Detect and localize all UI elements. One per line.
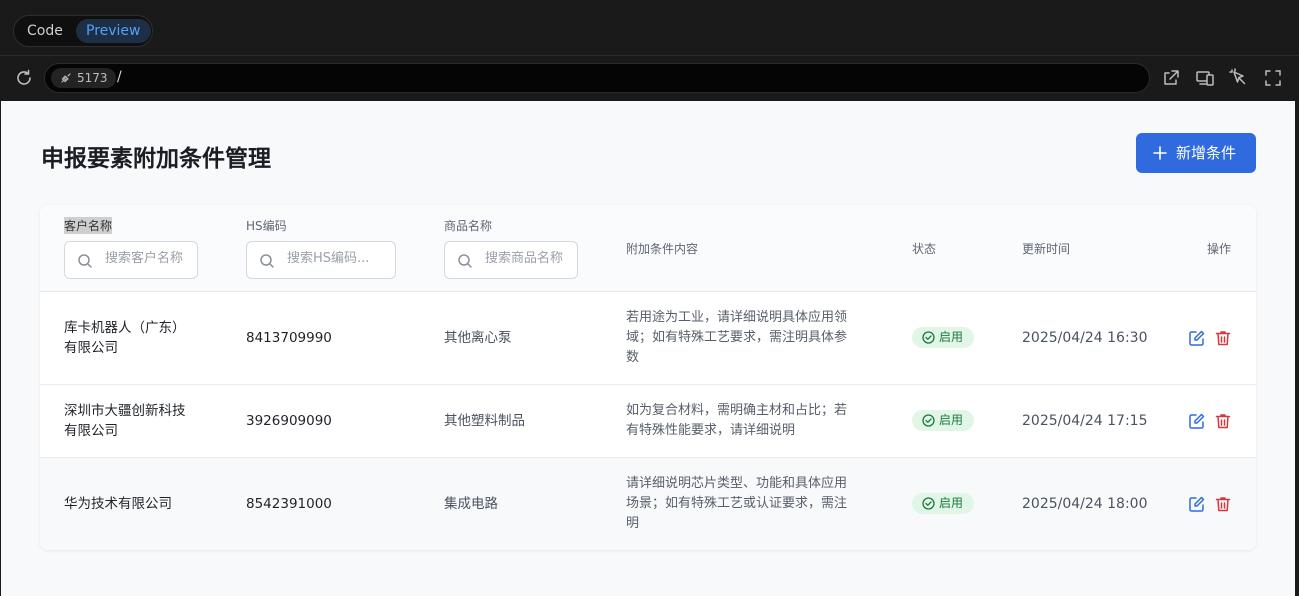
preview-tab[interactable]: Preview: [76, 19, 151, 43]
page-title: 申报要素附加条件管理: [41, 146, 271, 172]
updated-time: 2025/04/24 17:15: [1022, 413, 1148, 429]
url-path: /: [117, 69, 122, 85]
updated-time: 2025/04/24 18:00: [1022, 496, 1148, 512]
status-badge: 启用: [912, 327, 974, 348]
trash-icon[interactable]: [1214, 495, 1232, 513]
hs-filter[interactable]: [246, 241, 396, 279]
editor-topbar: Code Preview: [0, 0, 1299, 56]
search-icon: [260, 254, 274, 268]
updated-time: 2025/04/24 16:30: [1022, 330, 1148, 346]
status-badge: 启用: [912, 493, 974, 514]
table-header: 客户名称 HS编码 商品名称 附加条件内容 状态 更新时间 操作: [40, 205, 1256, 292]
search-icon: [458, 254, 472, 268]
port-number: 5173: [77, 71, 108, 85]
refresh-icon[interactable]: [14, 68, 34, 88]
table-row: 华为技术有限公司 8542391000 集成电路 请详细说明芯片类型、功能和具体…: [40, 458, 1256, 550]
col-condition: 附加条件内容: [626, 242, 699, 256]
trash-icon[interactable]: [1214, 329, 1232, 347]
conditions-table: 客户名称 HS编码 商品名称 附加条件内容 状态 更新时间 操作 库: [40, 205, 1256, 550]
col-hs-code: HS编码: [246, 219, 287, 233]
product-name: 其他塑料制品: [444, 413, 525, 429]
col-customer: 客户名称: [64, 217, 113, 234]
col-actions: 操作: [1207, 242, 1232, 256]
customer-search-input[interactable]: [105, 251, 195, 266]
product-search-input[interactable]: [485, 251, 575, 266]
product-filter[interactable]: [444, 241, 578, 279]
col-status: 状态: [912, 242, 937, 256]
hs-code: 3926909090: [246, 413, 332, 429]
plus-icon: [1153, 146, 1167, 160]
code-tab[interactable]: Code: [17, 19, 73, 43]
preview-urlbar-row: 5173 /: [0, 56, 1299, 101]
table-row: 深圳市大疆创新科技 有限公司 3926909090 其他塑料制品 如为复合材料，…: [40, 385, 1256, 458]
table-row: 库卡机器人（广东） 有限公司 8413709990 其他离心泵 若用途为工业，请…: [40, 292, 1256, 385]
hs-code: 8413709990: [246, 330, 332, 346]
external-link-icon[interactable]: [1161, 68, 1181, 88]
condition-text: 若用途为工业，请详细说明具体应用领 域；如有特殊工艺要求，需注明具体参 数: [626, 310, 848, 365]
edit-icon[interactable]: [1188, 329, 1206, 347]
edit-icon[interactable]: [1188, 495, 1206, 513]
search-icon: [78, 254, 92, 268]
plug-icon: [61, 73, 71, 83]
customer-name: 华为技术有限公司: [64, 496, 172, 512]
trash-icon[interactable]: [1214, 412, 1232, 430]
fullscreen-icon[interactable]: [1263, 68, 1283, 88]
port-badge[interactable]: 5173: [51, 68, 116, 88]
status-badge: 启用: [912, 410, 974, 431]
customer-name: 库卡机器人（广东） 有限公司: [64, 320, 186, 356]
product-name: 集成电路: [444, 496, 498, 512]
col-product: 商品名称: [444, 219, 493, 233]
condition-text: 请详细说明芯片类型、功能和具体应用 场景；如有特殊工艺或认证要求，需注 明: [626, 476, 848, 531]
customer-filter[interactable]: [64, 241, 198, 279]
view-toggle: Code Preview: [13, 15, 153, 47]
check-circle-icon: [922, 497, 935, 510]
hs-code: 8542391000: [246, 496, 332, 512]
col-updated: 更新时间: [1022, 242, 1071, 256]
check-circle-icon: [922, 331, 935, 344]
customer-name: 深圳市大疆创新科技 有限公司: [64, 403, 186, 439]
edit-icon[interactable]: [1188, 412, 1206, 430]
devices-icon[interactable]: [1195, 68, 1215, 88]
check-circle-icon: [922, 414, 935, 427]
add-condition-button[interactable]: 新增条件: [1136, 133, 1256, 173]
condition-text: 如为复合材料，需明确主材和占比；若 有特殊性能要求，请详细说明: [626, 403, 848, 438]
inspect-icon[interactable]: [1229, 68, 1249, 88]
address-bar[interactable]: 5173 /: [44, 63, 1150, 93]
product-name: 其他离心泵: [444, 330, 512, 346]
preview-page: 申报要素附加条件管理 新增条件 客户名称 HS编码 商品名称 附加条件内容: [1, 101, 1295, 596]
hs-search-input[interactable]: [287, 251, 393, 266]
add-condition-label: 新增条件: [1176, 144, 1237, 162]
